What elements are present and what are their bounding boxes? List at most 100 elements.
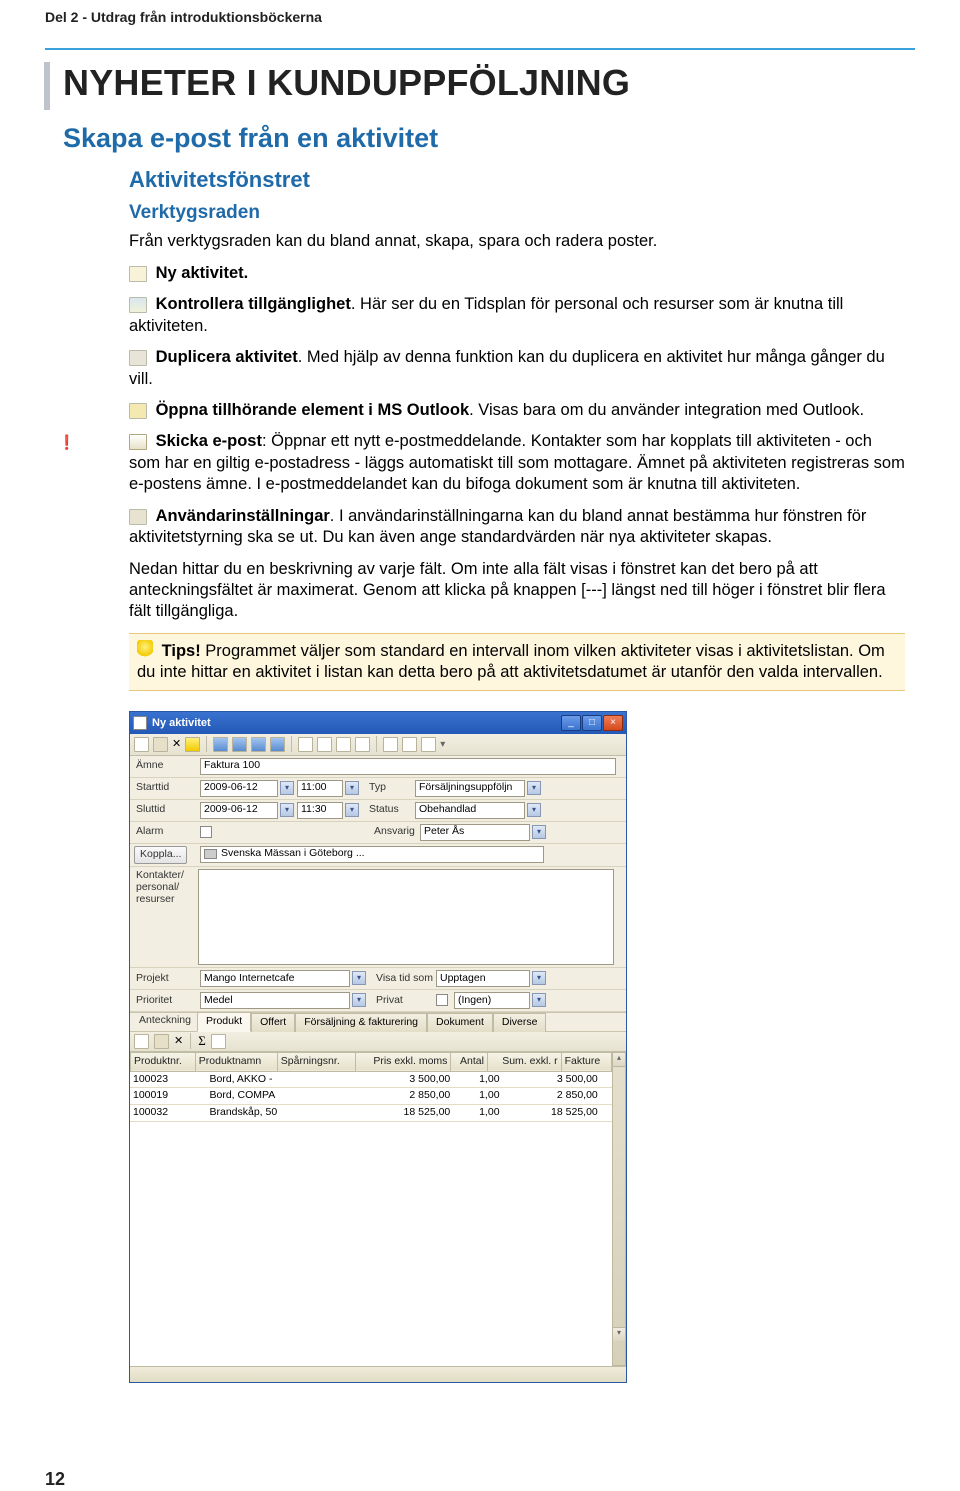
tb-mail-icon[interactable] [355, 737, 370, 752]
page-number: 12 [45, 1468, 960, 1491]
tool-item-kontrollera: Kontrollera tillgänglighet. Här ser du e… [129, 294, 905, 337]
close-button[interactable]: × [603, 715, 623, 731]
tool-item-ny: Ny aktivitet. [129, 263, 905, 284]
tb-undo-icon[interactable] [185, 737, 200, 752]
table-row[interactable]: 100032Brandskåp, 5018 525,001,0018 525,0… [130, 1104, 612, 1121]
new-icon [129, 266, 147, 282]
tab-diverse[interactable]: Diverse [493, 1013, 547, 1032]
tb-avail-icon[interactable] [298, 737, 313, 752]
tb-print-icon[interactable] [402, 737, 417, 752]
table-row[interactable]: 100019Bord, COMPA2 850,001,002 850,00 [130, 1088, 612, 1105]
dd-sluttime[interactable]: ▾ [345, 803, 359, 817]
vertical-scrollbar[interactable]: ▴ ▾ [612, 1052, 626, 1366]
table-header-row: Produktnr. Produktnamn Spårningsnr. Pris… [131, 1052, 612, 1071]
ptb-delete-icon[interactable]: ✕ [174, 1034, 183, 1048]
dd-starttime[interactable]: ▾ [345, 781, 359, 795]
tb-prev-icon[interactable] [232, 737, 247, 752]
tab-produkt[interactable]: Produkt [197, 1012, 251, 1032]
paragraph-fields: Nedan hittar du en beskrivning av varje … [129, 559, 905, 623]
ptb-sum-icon[interactable]: Σ [198, 1033, 206, 1050]
ptb-extra-icon[interactable] [211, 1034, 226, 1049]
bulb-icon [137, 640, 153, 660]
label-amne: Ämne [130, 756, 198, 776]
input-visa[interactable]: Upptagen [436, 970, 530, 987]
outlook-icon [129, 403, 147, 419]
page-header: Del 2 - Utdrag från introduktionsböckern… [45, 0, 915, 48]
input-kopplad[interactable]: Svenska Mässan i Göteborg ... [200, 846, 544, 863]
input-typ[interactable]: Försäljningsuppföljn [415, 780, 525, 797]
heading-4: Verktygsraden [129, 201, 905, 226]
dd-privat[interactable]: ▾ [532, 993, 546, 1007]
label-status: Status [359, 803, 415, 817]
checkbox-alarm[interactable] [200, 826, 212, 838]
dd-visa[interactable]: ▾ [532, 971, 546, 985]
duplicate-icon [129, 350, 147, 366]
tb-settings-icon[interactable] [383, 737, 398, 752]
table-row[interactable]: 100023Bord, AKKO -3 500,001,003 500,00 [130, 1072, 612, 1088]
maximize-button[interactable]: □ [582, 715, 602, 731]
dd-slutdate[interactable]: ▾ [280, 803, 294, 817]
input-privat[interactable]: (Ingen) [454, 992, 530, 1009]
checkbox-privat[interactable] [436, 994, 448, 1006]
input-prioritet[interactable]: Medel [200, 992, 350, 1009]
check-availability-icon [129, 297, 147, 313]
product-toolbar: ✕ Σ [130, 1032, 626, 1052]
dd-status[interactable]: ▾ [527, 803, 541, 817]
tab-forsaljning[interactable]: Försäljning & fakturering [295, 1013, 427, 1032]
input-amne[interactable]: Faktura 100 [200, 758, 616, 775]
tool-item-outlook: Öppna tillhörande element i MS Outlook. … [129, 400, 905, 421]
tool-item-mail: Skicka e-post: Öppnar ett nytt e-postmed… [129, 431, 905, 495]
tips-box: Tips! Programmet väljer som standard en … [129, 633, 905, 691]
list-kontakter[interactable] [198, 869, 614, 965]
input-status[interactable]: Obehandlad [415, 802, 525, 819]
input-startdate[interactable]: 2009-06-12 [200, 780, 278, 797]
label-alarm: Alarm [130, 822, 198, 842]
user-settings-icon [129, 509, 147, 525]
label-kontakter: Kontakter/ personal/ resurser [130, 867, 198, 968]
minimize-button[interactable]: _ [561, 715, 581, 731]
tb-save-icon[interactable] [153, 737, 168, 752]
dd-prioritet[interactable]: ▾ [352, 993, 366, 1007]
window-icon [133, 716, 147, 730]
button-koppla[interactable]: Koppla... [134, 846, 187, 864]
scroll-up-icon[interactable]: ▴ [613, 1053, 625, 1067]
input-slutdate[interactable]: 2009-06-12 [200, 802, 278, 819]
statusbar [130, 1366, 626, 1382]
tb-new-icon[interactable] [134, 737, 149, 752]
intro-paragraph: Från verktygsraden kan du bland annat, s… [129, 231, 905, 252]
input-projekt[interactable]: Mango Internetcafe [200, 970, 350, 987]
window-title: Ny aktivitet [152, 716, 561, 730]
tb-dup-icon[interactable] [317, 737, 332, 752]
tb-first-icon[interactable] [213, 737, 228, 752]
label-prioritet: Prioritet [130, 991, 198, 1011]
input-starttime[interactable]: 11:00 [297, 780, 343, 797]
label-typ: Typ [359, 781, 415, 795]
tb-help-icon[interactable] [421, 737, 436, 752]
label-privat: Privat [366, 994, 436, 1008]
tb-next-icon[interactable] [251, 737, 266, 752]
dd-typ[interactable]: ▾ [527, 781, 541, 795]
label-anteckning: Anteckning [133, 1011, 197, 1031]
ptb-edit-icon[interactable] [154, 1034, 169, 1049]
scroll-down-icon[interactable]: ▾ [613, 1327, 625, 1341]
tool-item-duplicera: Duplicera aktivitet. Med hjälp av denna … [129, 347, 905, 390]
tb-outlook-icon[interactable] [336, 737, 351, 752]
tb-delete-icon[interactable]: ✕ [172, 737, 181, 751]
tab-offert[interactable]: Offert [251, 1013, 295, 1032]
label-sluttid: Sluttid [130, 800, 198, 820]
heading-2: Skapa e-post från en aktivitet [63, 121, 915, 156]
input-sluttime[interactable]: 11:30 [297, 802, 343, 819]
ptb-new-icon[interactable] [134, 1034, 149, 1049]
label-visa: Visa tid som [366, 972, 436, 986]
dd-ansvarig[interactable]: ▾ [532, 825, 546, 839]
main-toolbar: ✕ ▾ [130, 734, 626, 756]
input-ansvarig[interactable]: Peter Ås [420, 824, 530, 841]
tab-dokument[interactable]: Dokument [427, 1013, 493, 1032]
tb-last-icon[interactable] [270, 737, 285, 752]
dd-projekt[interactable]: ▾ [352, 971, 366, 985]
titlebar[interactable]: Ny aktivitet _ □ × [130, 712, 626, 734]
flag-icon [204, 849, 217, 859]
label-starttid: Starttid [130, 778, 198, 798]
side-rule [44, 62, 50, 110]
dd-startdate[interactable]: ▾ [280, 781, 294, 795]
